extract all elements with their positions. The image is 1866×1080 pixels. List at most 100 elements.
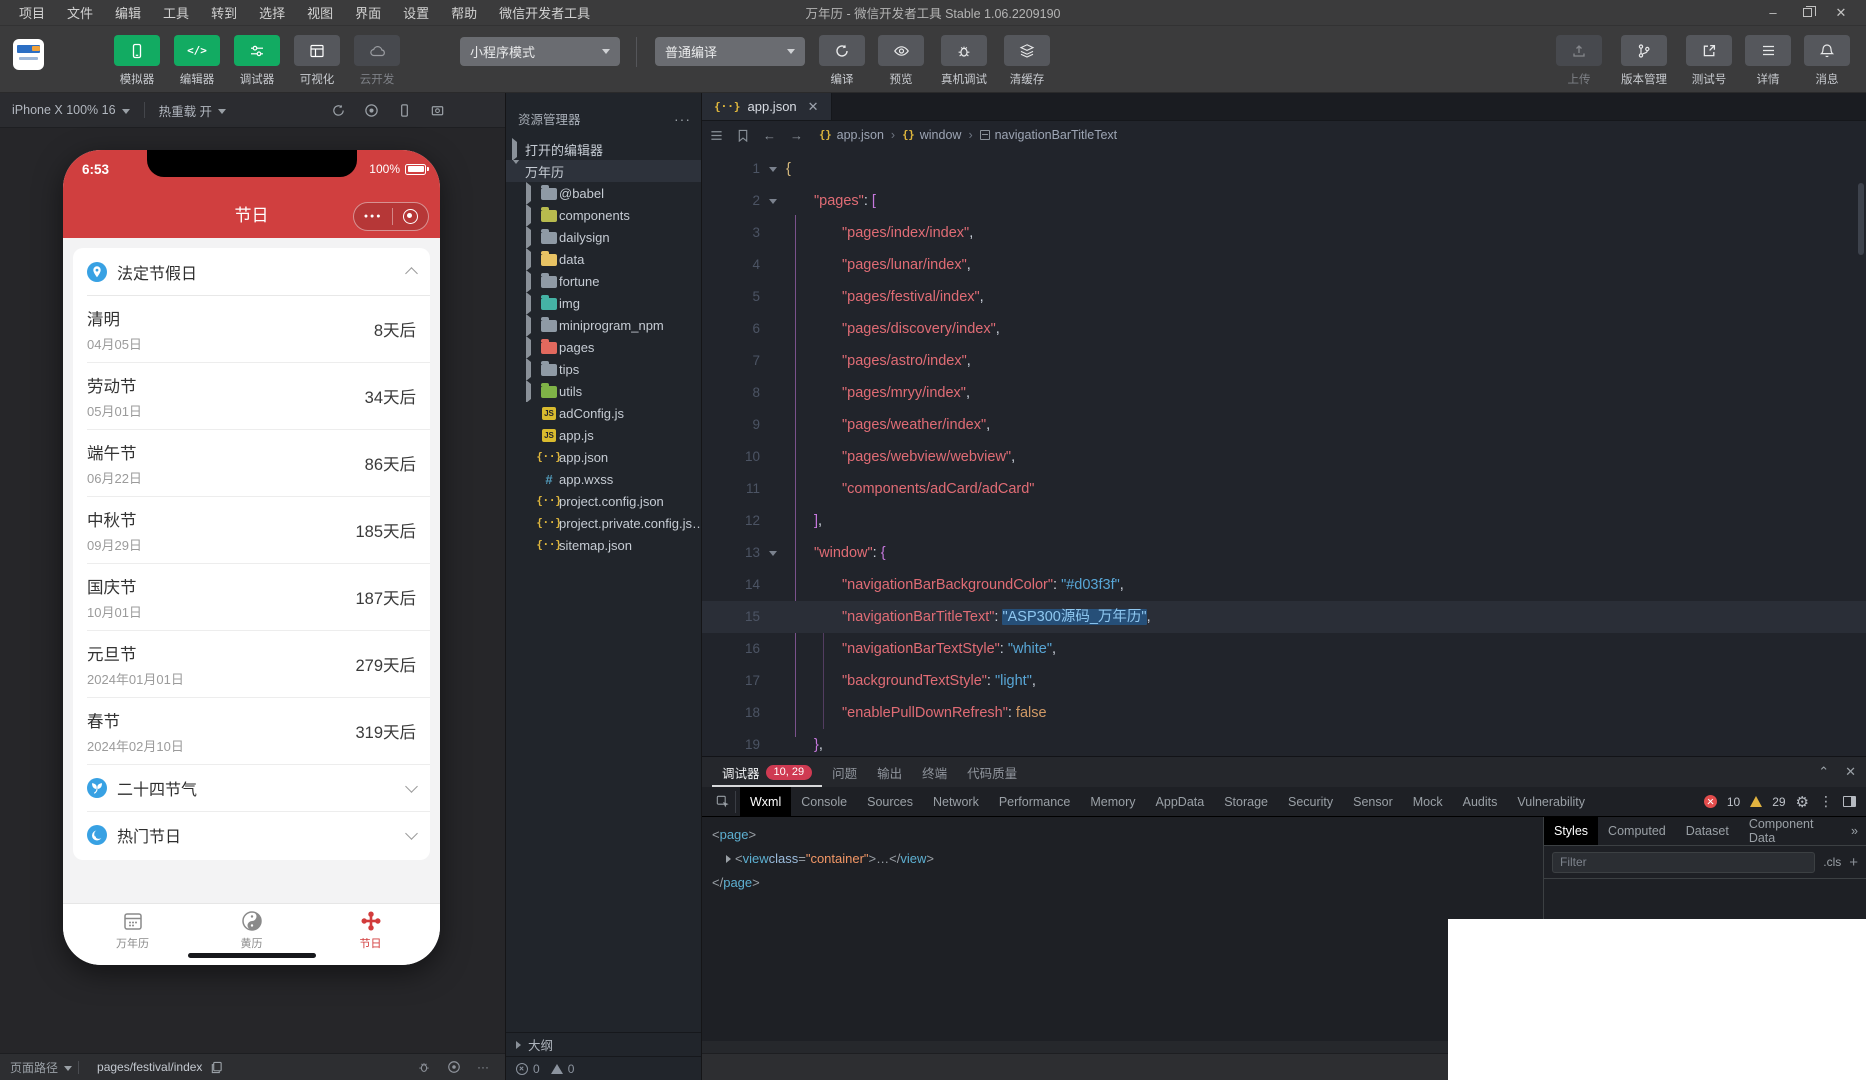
- list-icon[interactable]: [710, 129, 723, 142]
- styles-tab-dataset[interactable]: Dataset: [1676, 817, 1739, 845]
- devtools-tab-console[interactable]: Console: [791, 787, 857, 816]
- breadcrumb-node[interactable]: {}window: [902, 128, 961, 142]
- fold-chevron-icon[interactable]: [760, 153, 786, 185]
- menu-item[interactable]: 微信开发者工具: [490, 1, 599, 24]
- devtools-tab-sensor[interactable]: Sensor: [1343, 787, 1403, 816]
- menu-item[interactable]: 选择: [250, 1, 294, 24]
- close-panel-icon[interactable]: ✕: [1845, 764, 1856, 780]
- devtools-tab-network[interactable]: Network: [923, 787, 989, 816]
- code-line[interactable]: 14"navigationBarBackgroundColor": "#d03f…: [702, 569, 1866, 601]
- tab-terminal[interactable]: 终端: [912, 757, 957, 787]
- tab-calendar[interactable]: 万年历: [73, 910, 192, 965]
- code-line[interactable]: 11"components/adCard/adCard": [702, 473, 1866, 505]
- forward-arrow-icon[interactable]: →: [790, 128, 803, 143]
- overflow-chevron-icon[interactable]: »: [1851, 824, 1866, 838]
- capsule-close-icon[interactable]: [403, 209, 418, 224]
- outline-section[interactable]: 大纲: [506, 1032, 701, 1056]
- code-line[interactable]: 16"navigationBarTextStyle": "white",: [702, 633, 1866, 665]
- compile-mode-select[interactable]: 普通编译: [655, 37, 805, 66]
- tab-festival[interactable]: 节日: [311, 910, 430, 965]
- tab-output[interactable]: 输出: [867, 757, 912, 787]
- styles-tab-component-data[interactable]: Component Data: [1739, 817, 1851, 845]
- capsule-menu[interactable]: ●●●: [353, 202, 429, 231]
- horizontal-scrollbar[interactable]: [702, 1041, 1543, 1053]
- menu-item[interactable]: 工具: [154, 1, 198, 24]
- preview-button[interactable]: 预览: [874, 35, 928, 87]
- tree-item[interactable]: tips: [506, 358, 701, 380]
- screenshot-icon[interactable]: [430, 103, 445, 118]
- visualization-toggle-button[interactable]: 可视化: [290, 35, 344, 87]
- tab-debugger[interactable]: 调试器 10, 29: [712, 757, 822, 787]
- inspect-element-icon[interactable]: [710, 791, 736, 813]
- simulator-toggle-button[interactable]: 模拟器: [110, 35, 164, 87]
- eye-circle-icon[interactable]: [447, 1060, 461, 1074]
- code-line[interactable]: 7"pages/astro/index",: [702, 345, 1866, 377]
- code-line[interactable]: 3"pages/index/index",: [702, 217, 1866, 249]
- code-line[interactable]: 19},: [702, 729, 1866, 756]
- breadcrumb-file[interactable]: {}app.json: [819, 128, 884, 142]
- menu-item[interactable]: 设置: [394, 1, 438, 24]
- holiday-row[interactable]: 中秋节09月29日185天后: [87, 496, 430, 563]
- bug-icon[interactable]: [417, 1060, 431, 1074]
- devtools-tab-appdata[interactable]: AppData: [1146, 787, 1215, 816]
- fold-chevron-icon[interactable]: [760, 185, 786, 217]
- back-arrow-icon[interactable]: ←: [763, 128, 776, 143]
- copy-icon[interactable]: [210, 1061, 223, 1074]
- devtools-tab-audits[interactable]: Audits: [1453, 787, 1508, 816]
- tree-item[interactable]: {··}project.private.config.js…: [506, 512, 701, 534]
- tab-problems[interactable]: 问题: [822, 757, 867, 787]
- cloud-dev-button[interactable]: 云开发: [350, 35, 404, 87]
- tree-item[interactable]: {··}sitemap.json: [506, 534, 701, 556]
- tree-item[interactable]: #app.wxss: [506, 468, 701, 490]
- holiday-row[interactable]: 元旦节2024年01月01日279天后: [87, 630, 430, 697]
- code-line[interactable]: 4"pages/lunar/index",: [702, 249, 1866, 281]
- compile-button[interactable]: 编译: [815, 35, 869, 87]
- tree-item[interactable]: miniprogram_npm: [506, 314, 701, 336]
- add-style-icon[interactable]: +: [1849, 854, 1858, 871]
- problems-counts[interactable]: 0 0: [506, 1056, 701, 1080]
- styles-tab-computed[interactable]: Computed: [1598, 817, 1676, 845]
- tree-item[interactable]: data: [506, 248, 701, 270]
- devtools-tab-memory[interactable]: Memory: [1080, 787, 1145, 816]
- code-line[interactable]: 9"pages/weather/index",: [702, 409, 1866, 441]
- code-line[interactable]: 1{: [702, 153, 1866, 185]
- clear-cache-button[interactable]: 清缓存: [1000, 35, 1054, 87]
- styles-tab-styles[interactable]: Styles: [1544, 817, 1598, 845]
- menu-item[interactable]: 文件: [58, 1, 102, 24]
- code-line[interactable]: 13"window": {: [702, 537, 1866, 569]
- section-popular-festivals[interactable]: 热门节日: [87, 811, 430, 858]
- breadcrumb-prop[interactable]: navigationBarTitleText: [980, 128, 1118, 142]
- menu-item[interactable]: 转到: [202, 1, 246, 24]
- section-legal-holidays[interactable]: 法定节假日: [73, 248, 430, 295]
- tree-item[interactable]: fortune: [506, 270, 701, 292]
- tree-item[interactable]: JSadConfig.js: [506, 402, 701, 424]
- minimize-button[interactable]: –: [1760, 3, 1786, 23]
- hot-reload-toggle[interactable]: 热重载 开: [159, 101, 212, 120]
- wxml-node[interactable]: </page>: [712, 871, 1543, 895]
- more-dots-icon[interactable]: ···: [477, 1060, 489, 1074]
- code-line[interactable]: 2"pages": [: [702, 185, 1866, 217]
- menu-item[interactable]: 视图: [298, 1, 342, 24]
- bookmark-icon[interactable]: [737, 129, 749, 142]
- devtools-tab-vulnerability[interactable]: Vulnerability: [1507, 787, 1595, 816]
- code-editor[interactable]: 1{2"pages": [3"pages/index/index",4"page…: [702, 149, 1866, 756]
- kebab-menu-icon[interactable]: ⋮: [1819, 793, 1833, 810]
- code-line[interactable]: 8"pages/mryy/index",: [702, 377, 1866, 409]
- user-avatar[interactable]: [13, 39, 44, 70]
- menu-item[interactable]: 项目: [10, 1, 54, 24]
- close-button[interactable]: ✕: [1828, 3, 1854, 23]
- code-line[interactable]: 6"pages/discovery/index",: [702, 313, 1866, 345]
- tree-item[interactable]: dailysign: [506, 226, 701, 248]
- wxml-node[interactable]: <page>: [712, 823, 1543, 847]
- more-dots-icon[interactable]: ●●●: [364, 213, 383, 220]
- tree-item[interactable]: utils: [506, 380, 701, 402]
- tree-item[interactable]: {··}project.config.json: [506, 490, 701, 512]
- devtools-tab-wxml[interactable]: Wxml: [740, 787, 791, 816]
- collapse-panel-icon[interactable]: ⌃: [1818, 764, 1829, 780]
- expand-arrow-icon[interactable]: [726, 855, 731, 863]
- section-solar-terms[interactable]: 二十四节气: [87, 764, 430, 811]
- tree-item[interactable]: JSapp.js: [506, 424, 701, 446]
- messages-button[interactable]: 消息: [1802, 35, 1852, 87]
- upload-button[interactable]: 上传: [1554, 35, 1604, 87]
- code-line[interactable]: 17"backgroundTextStyle": "light",: [702, 665, 1866, 697]
